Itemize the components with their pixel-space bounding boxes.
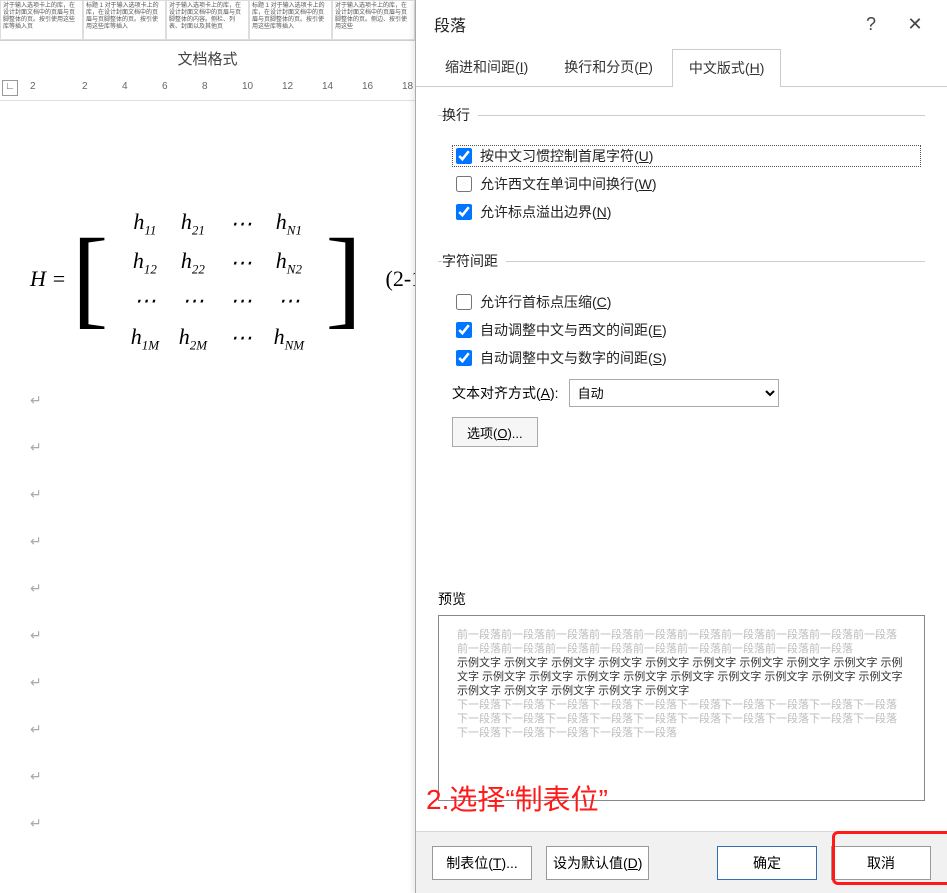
paragraph-mark-icon: ↵: [30, 439, 390, 456]
left-bracket-icon: [: [72, 232, 109, 322]
group-char-spacing: 字符间距 允许行首标点压缩(C) 自动调整中文与西文的间距(E) 自动调整中文与…: [438, 251, 925, 457]
preview-grey-after: 下一段落下一段落下一段落下一段落下一段落下一段落下一段落下一段落下一段落下一段落…: [457, 698, 906, 740]
close-icon: ✕: [907, 14, 922, 35]
tab-line-page-breaks[interactable]: 换行和分页(P): [547, 48, 670, 86]
paragraph-dialog: 段落 ? ✕ 缩进和间距(I) 换行和分页(P) 中文版式(H) 换行 按中文习…: [415, 0, 947, 893]
help-icon: ?: [866, 14, 876, 35]
text-align-label: 文本对齐方式(A):: [452, 383, 559, 403]
horizontal-ruler[interactable]: ∟ 2 2 4 6 8 10 12 14 16 18: [0, 78, 415, 101]
options-button[interactable]: 选项(O)...: [452, 417, 538, 447]
document-page[interactable]: H = [ h11h21⋯hN1 h12h22⋯hN2 ⋯⋯⋯⋯ h1Mh2M⋯…: [30, 200, 390, 832]
checkbox-input[interactable]: [456, 204, 472, 220]
paragraph-mark-icon: ↵: [30, 815, 390, 832]
dialog-titlebar[interactable]: 段落 ? ✕: [416, 0, 947, 48]
style-thumb[interactable]: 对于输入选项卡上的库，在设计封面文档中的页眉与页脚整体的页。按引使用这些库等插入…: [0, 0, 83, 40]
checkbox-adjust-cjk-number[interactable]: 自动调整中文与数字的间距(S): [452, 347, 921, 369]
dialog-button-bar: 制表位(T)... 设为默认值(D) 确定 取消: [416, 831, 947, 893]
checkbox-input[interactable]: [456, 350, 472, 366]
checkbox-input[interactable]: [456, 322, 472, 338]
preview-box: 前一段落前一段落前一段落前一段落前一段落前一段落前一段落前一段落前一段落前一段落…: [438, 615, 925, 801]
cancel-button[interactable]: 取消: [831, 846, 931, 880]
tabs-button[interactable]: 制表位(T)...: [432, 846, 532, 880]
paragraph-mark-icon: ↵: [30, 721, 390, 738]
preview-label: 预览: [438, 589, 947, 609]
ok-button[interactable]: 确定: [717, 846, 817, 880]
right-bracket-icon: ]: [325, 232, 362, 322]
paragraph-mark-icon: ↵: [30, 533, 390, 550]
dialog-title: 段落: [434, 12, 466, 36]
preview-grey-before: 前一段落前一段落前一段落前一段落前一段落前一段落前一段落前一段落前一段落前一段落…: [457, 628, 906, 656]
style-thumb[interactable]: 标题 1 对于输入选项卡上的库，在设计封面文档中的页眉与页脚整体的页。按引使用这…: [83, 0, 166, 40]
checkbox-punct-overflow[interactable]: 允许标点溢出边界(N): [452, 201, 921, 223]
group-line-break-legend: 换行: [442, 105, 478, 125]
equation-lhs: H =: [30, 266, 66, 291]
group-char-spacing-legend: 字符间距: [442, 251, 506, 271]
set-default-button[interactable]: 设为默认值(D): [546, 846, 649, 880]
tab-selector-icon[interactable]: ∟: [2, 80, 18, 96]
checkbox-input[interactable]: [456, 148, 472, 164]
matrix: h11h21⋯hN1 h12h22⋯hN2 ⋯⋯⋯⋯ h1Mh2M⋯hNM: [114, 200, 320, 362]
group-line-break: 换行 按中文习惯控制首尾字符(U) 允许西文在单词中间换行(W) 允许标点溢出边…: [438, 105, 925, 229]
style-thumb[interactable]: 对于输入选项卡上的库，在设计封面文档中的页眉与页脚整体的内容。侧栏、列表、封面以…: [166, 0, 249, 40]
checkbox-cjk-first-last[interactable]: 按中文习惯控制首尾字符(U): [452, 145, 921, 167]
close-button[interactable]: ✕: [893, 2, 937, 46]
paragraph-mark-icon: ↵: [30, 392, 390, 409]
checkbox-input[interactable]: [456, 176, 472, 192]
dialog-tabs: 缩进和间距(I) 换行和分页(P) 中文版式(H): [416, 48, 947, 87]
equation[interactable]: H = [ h11h21⋯hN1 h12h22⋯hN2 ⋯⋯⋯⋯ h1Mh2M⋯…: [30, 200, 390, 362]
preview-sample-text: 示例文字 示例文字 示例文字 示例文字 示例文字 示例文字 示例文字 示例文字 …: [457, 656, 906, 698]
word-document-background: 对于输入选项卡上的库，在设计封面文档中的页眉与页脚整体的页。按引使用这些库等插入…: [0, 0, 415, 893]
annotation-text: 2.选择“制表位”: [426, 778, 608, 818]
style-thumbnails: 对于输入选项卡上的库，在设计封面文档中的页眉与页脚整体的页。按引使用这些库等插入…: [0, 0, 415, 40]
style-thumb[interactable]: 对于输入选项卡上的库，在设计封面文档中的页眉与页脚整体的页。侧边、按引使用这些: [332, 0, 415, 40]
text-align-select[interactable]: 自动: [569, 379, 779, 407]
document-style-label[interactable]: 文档格式: [0, 40, 415, 80]
checkbox-adjust-cjk-latin[interactable]: 自动调整中文与西文的间距(E): [452, 319, 921, 341]
tab-indent-spacing[interactable]: 缩进和间距(I): [428, 48, 545, 86]
paragraph-mark-icon: ↵: [30, 627, 390, 644]
checkbox-compress-punct[interactable]: 允许行首标点压缩(C): [452, 291, 921, 313]
checkbox-input[interactable]: [456, 294, 472, 310]
help-button[interactable]: ?: [849, 2, 893, 46]
checkbox-latin-wrap[interactable]: 允许西文在单词中间换行(W): [452, 173, 921, 195]
tab-chinese-typography[interactable]: 中文版式(H): [672, 49, 781, 87]
style-thumb[interactable]: 标题 1 对于输入选项卡上的库，在设计封面文档中的页眉与页脚整体的页。按引使用这…: [249, 0, 332, 40]
paragraph-mark-icon: ↵: [30, 674, 390, 691]
paragraph-mark-icon: ↵: [30, 768, 390, 785]
paragraph-mark-icon: ↵: [30, 486, 390, 503]
paragraph-mark-icon: ↵: [30, 580, 390, 597]
